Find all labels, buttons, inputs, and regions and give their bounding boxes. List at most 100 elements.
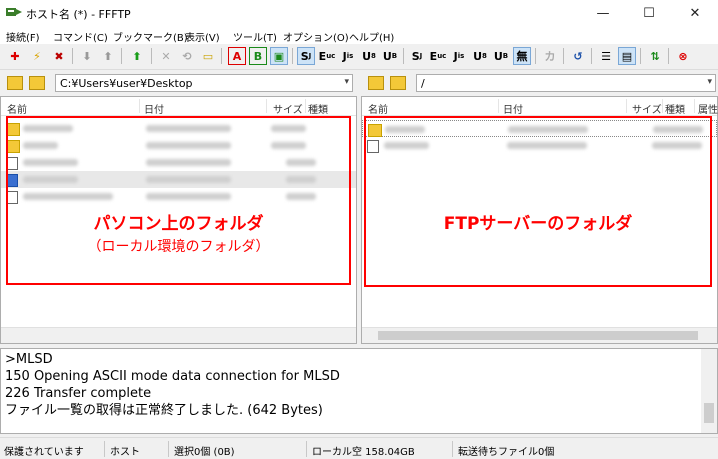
column-date[interactable]: 日付 [503,101,523,116]
local-path-text: C:¥Users¥user¥Desktop [60,77,193,90]
log-scrollbar[interactable] [701,349,717,433]
stop-icon[interactable]: ⊗ [674,47,692,65]
minimize-button[interactable]: — [580,0,626,26]
disconnect-icon[interactable]: ✖ [50,47,68,65]
maximize-button[interactable]: ☐ [626,0,672,26]
utf8-remote-button[interactable]: U8 [360,47,378,65]
log-panel[interactable]: >MLSD 150 Opening ASCII mode data connec… [0,348,718,434]
jis-sub-icon: is [346,52,354,60]
status-divider [104,441,105,457]
utf8-local-button[interactable]: U8 [471,47,489,65]
remote-path-text: / [421,77,425,90]
menu-tools[interactable]: ツール(T) [233,29,277,44]
column-name[interactable]: 名前 [368,101,388,116]
euc-sub-icon: uc [326,52,336,60]
binary-mode-button[interactable]: B [249,47,267,65]
folder-up-icon[interactable] [368,76,384,90]
column-size[interactable]: サイズ [632,101,662,116]
column-divider[interactable] [139,99,140,113]
column-divider[interactable] [498,99,499,113]
utf8bom-local-sub-icon: B [502,52,509,60]
remote-column-header: 名前 日付 サイズ 種類 属性 [362,97,718,116]
sjis-label: S [300,49,309,63]
menu-view[interactable]: 表示(V) [185,29,220,44]
toolbar-divider [72,48,73,64]
menu-bookmark[interactable]: ブックマーク(B) [113,29,188,44]
remote-file-list[interactable]: 名前 日付 サイズ 種類 属性 FTPサーバーのフォルダ [361,96,718,344]
rename-icon[interactable]: ⟲ [178,47,196,65]
sjis-sub-icon: J [308,52,312,60]
euc-remote-button[interactable]: Euc [318,47,336,65]
mirror-upload-icon[interactable]: ⬆ [128,47,146,65]
menu-connect[interactable]: 接続(F) [6,29,40,44]
toolbar-divider [640,48,641,64]
remote-path-input[interactable]: / ▾ [416,74,716,92]
detail-view-icon[interactable]: ▤ [618,47,636,65]
euc-local-sub-icon: uc [437,52,447,60]
jis-local-button[interactable]: Jis [450,47,468,65]
remote-horizontal-scrollbar[interactable] [362,327,717,343]
jis-remote-button[interactable]: Jis [339,47,357,65]
no-conversion-button[interactable]: 無 [513,47,531,65]
log-line: ファイル一覧の取得は正常終了しました. (642 Bytes) [5,403,323,418]
utf8-local-sub-icon: 8 [482,52,487,60]
menu-command[interactable]: コマンド(C) [53,29,108,44]
chevron-down-icon[interactable]: ▾ [707,77,712,87]
auto-mode-icon[interactable]: ▣ [270,47,288,65]
local-horizontal-scrollbar[interactable] [1,327,356,343]
connect-icon[interactable]: ✚ [6,47,24,65]
utf8-label: U [362,49,372,63]
folder-up-icon[interactable] [7,76,23,90]
list-view-icon[interactable]: ☰ [597,47,615,65]
column-divider[interactable] [266,99,267,113]
folder-open-icon[interactable] [390,76,406,90]
scrollbar-thumb[interactable] [704,403,714,423]
refresh-icon[interactable]: ↺ [569,47,587,65]
local-path-input[interactable]: C:¥Users¥user¥Desktop ▾ [55,74,353,92]
menu-options[interactable]: オプション(O) [283,29,349,44]
toolbar: ✚ ⚡ ✖ ⬇ ⬆ ⬆ ✕ ⟲ ▭ A B ▣ SJ Euc Jis U8 UB… [0,44,718,70]
quick-connect-icon[interactable]: ⚡ [28,47,46,65]
toolbar-divider [668,48,669,64]
local-annotation-subtitle: （ローカル環境のフォルダ） [87,239,270,255]
status-local-free: ローカル空 158.04GB [312,447,415,458]
sync-folder-icon[interactable]: ⇅ [646,47,664,65]
remote-annotation-box [364,116,712,287]
kana-convert-button[interactable]: カ [541,47,559,65]
scrollbar-thumb[interactable] [378,331,698,340]
toolbar-divider [151,48,152,64]
upload-icon[interactable]: ⬆ [99,47,117,65]
utf8bom-remote-button[interactable]: UB [381,47,399,65]
column-divider[interactable] [694,99,695,113]
utf8bom-sub-icon: B [391,52,398,60]
chevron-down-icon[interactable]: ▾ [344,77,349,87]
sjis-remote-button[interactable]: SJ [297,47,315,65]
column-divider[interactable] [662,99,663,113]
column-date[interactable]: 日付 [144,101,164,116]
toolbar-divider [563,48,564,64]
jis-local-sub-icon: is [457,52,465,60]
folder-open-icon[interactable] [29,76,45,90]
ascii-mode-button[interactable]: A [228,47,246,65]
column-type[interactable]: 種類 [308,101,328,116]
euc-local-button[interactable]: Euc [429,47,447,65]
column-divider[interactable] [626,99,627,113]
local-annotation-box [6,116,351,285]
window-title: ホスト名 (*) - FFFTP [26,8,131,21]
column-size[interactable]: サイズ [273,101,303,116]
menu-help[interactable]: ヘルプ(H) [349,29,394,44]
local-file-list[interactable]: 名前 日付 サイズ 種類 パソコン上のフォルダ （ローカル環境のフォルダ） [0,96,357,344]
column-type[interactable]: 種類 [665,101,685,116]
delete-icon[interactable]: ✕ [157,47,175,65]
new-folder-icon[interactable]: ▭ [199,47,217,65]
download-icon[interactable]: ⬇ [78,47,96,65]
euc-label: E [318,49,327,63]
column-attr[interactable]: 属性 [698,101,718,116]
sjis-local-sub-icon: J [419,52,423,60]
column-name[interactable]: 名前 [7,101,27,116]
toolbar-divider [221,48,222,64]
close-button[interactable]: ✕ [672,0,718,26]
sjis-local-button[interactable]: SJ [408,47,426,65]
column-divider[interactable] [305,99,306,113]
utf8bom-local-button[interactable]: UB [492,47,510,65]
